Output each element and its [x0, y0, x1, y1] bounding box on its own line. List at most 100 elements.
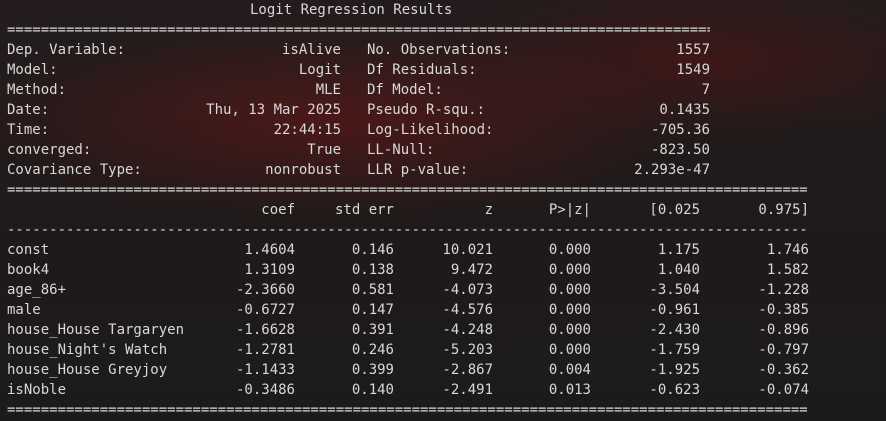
summary-left-value: Thu, 13 Mar 2025 — [206, 102, 341, 118]
bottom-double-rule: ========================================… — [7, 402, 807, 418]
summary-left-value: isAlive — [281, 42, 341, 58]
coef-value: -0.6727 — [235, 302, 295, 318]
p-value: 0.000 — [548, 262, 591, 278]
ci-lower-value: -1.925 — [649, 362, 700, 378]
table-single-rule: ----------------------------------------… — [7, 222, 807, 238]
ci-lower-value: -0.623 — [649, 382, 700, 398]
summary-left-value: Logit — [298, 62, 341, 78]
p-value: 0.000 — [548, 342, 591, 358]
summary-right-label: Log-Likelihood: — [367, 122, 494, 138]
summary-row: converged: True LL-Null: -823.50 — [7, 140, 886, 160]
summary-row: Method: MLE Df Model: 7 — [7, 80, 886, 100]
p-value: 0.000 — [548, 322, 591, 338]
coef-value: -1.1433 — [235, 362, 295, 378]
summary-left-label: converged: — [7, 142, 92, 158]
summary-left-label: Covariance Type: — [7, 162, 142, 178]
ci-upper-value: -0.385 — [758, 302, 809, 318]
std-err-value: 0.140 — [351, 382, 394, 398]
ci-upper-value: -0.896 — [758, 322, 809, 338]
summary-left-value: MLE — [315, 82, 341, 98]
ci-lower-value: -2.430 — [649, 322, 700, 338]
table-row: age_86+ -2.3660 0.581 -4.073 0.000 -3.504 -1.2… — [7, 280, 886, 300]
summary-right-label: Df Residuals: — [367, 62, 477, 78]
variable-name: age_86+ — [7, 282, 67, 298]
p-value: 0.013 — [548, 382, 591, 398]
coef-value: -0.3486 — [235, 382, 295, 398]
table-row: const 1.4604 0.146 10.021 0.000 1.175 1.746 — [7, 240, 886, 260]
variable-name: book4 — [7, 262, 50, 278]
coef-value: 1.4604 — [244, 242, 295, 258]
regression-output: Logit Regression Results ===============… — [7, 0, 886, 421]
summary-row: Time: 22:44:15 Log-Likelihood: -705.36 — [7, 120, 886, 140]
summary-right-value: -823.50 — [650, 142, 710, 158]
summary-right-value: 1557 — [676, 42, 710, 58]
ci-lower-value: -0.961 — [649, 302, 700, 318]
ci-lower-value: 1.040 — [657, 262, 700, 278]
ci-upper-value: -0.797 — [758, 342, 809, 358]
summary-left-label: Dep. Variable: — [7, 42, 126, 58]
summary-right-value: 1549 — [676, 62, 710, 78]
top-double-rule: ========================================… — [7, 22, 710, 38]
summary-right-value: 7 — [701, 82, 710, 98]
table-row: book4 1.3109 0.138 9.472 0.000 1.040 1.582 — [7, 260, 886, 280]
z-value: -5.203 — [442, 342, 493, 358]
summary-row: Date: Thu, 13 Mar 2025 Pseudo R-squ.: 0.143… — [7, 100, 886, 120]
summary-right-label: Df Model: — [367, 82, 443, 98]
summary-left-label: Time: — [7, 122, 50, 138]
summary-right-label: LLR p-value: — [367, 162, 469, 178]
coef-value: -2.3660 — [235, 282, 295, 298]
std-err-value: 0.391 — [351, 322, 394, 338]
variable-name: house_Night's Watch — [7, 342, 168, 358]
table-row: male -0.6727 0.147 -4.576 0.000 -0.961 -0.385 — [7, 300, 886, 320]
summary-right-value: 2.293e-47 — [634, 162, 710, 178]
ci-lower-value: -1.759 — [649, 342, 700, 358]
variable-name: const — [7, 242, 50, 258]
std-err-value: 0.138 — [351, 262, 394, 278]
summary-left-label: Method: — [7, 82, 67, 98]
mid-double-rule: ========================================… — [7, 182, 807, 198]
results-title: Logit Regression Results — [250, 2, 453, 18]
z-value: -2.491 — [442, 382, 493, 398]
column-header-ci-upper: 0.975] — [758, 202, 809, 218]
table-row: house_Night's Watch -1.2781 0.246 -5.203 0.0… — [7, 340, 886, 360]
p-value: 0.004 — [548, 362, 591, 378]
ci-upper-value: -1.228 — [758, 282, 809, 298]
z-value: 9.472 — [450, 262, 493, 278]
std-err-value: 0.146 — [351, 242, 394, 258]
coef-value: -1.2781 — [235, 342, 295, 358]
ci-upper-value: -0.074 — [758, 382, 809, 398]
summary-right-label: LL-Null: — [367, 142, 435, 158]
table-row: isNoble -0.3486 0.140 -2.491 0.013 -0.623 -0.0… — [7, 380, 886, 400]
column-header-std-err: std err — [334, 202, 394, 218]
column-header-z: z — [484, 202, 493, 218]
p-value: 0.000 — [548, 242, 591, 258]
summary-row: Dep. Variable: isAlive No. Observations: 15… — [7, 40, 886, 60]
z-value: 10.021 — [442, 242, 493, 258]
summary-row: Model: Logit Df Residuals: 1549 — [7, 60, 886, 80]
table-row: house_House Targaryen -1.6628 0.391 -4.248 0… — [7, 320, 886, 340]
ci-upper-value: 1.746 — [766, 242, 809, 258]
variable-name: house_House Targaryen — [7, 322, 185, 338]
std-err-value: 0.147 — [351, 302, 394, 318]
column-header-coef: coef — [261, 202, 295, 218]
summary-right-value: 0.1435 — [659, 102, 710, 118]
ci-lower-value: 1.175 — [657, 242, 700, 258]
summary-row: Covariance Type: nonrobust LLR p-value: 2.2… — [7, 160, 886, 180]
summary-left-value: 22:44:15 — [273, 122, 341, 138]
summary-right-label: No. Observations: — [367, 42, 511, 58]
p-value: 0.000 — [548, 302, 591, 318]
coef-value: -1.6628 — [235, 322, 295, 338]
variable-name: house_House Greyjoy — [7, 362, 168, 378]
summary-left-label: Model: — [7, 62, 58, 78]
variable-name: male — [7, 302, 41, 318]
z-value: -2.867 — [442, 362, 493, 378]
table-row: house_House Greyjoy -1.1433 0.399 -2.867 0.0… — [7, 360, 886, 380]
z-value: -4.073 — [442, 282, 493, 298]
p-value: 0.000 — [548, 282, 591, 298]
column-header-ci-lower: [0.025 — [649, 202, 700, 218]
z-value: -4.248 — [442, 322, 493, 338]
ci-upper-value: -0.362 — [758, 362, 809, 378]
summary-right-value: -705.36 — [650, 122, 710, 138]
summary-right-label: Pseudo R-squ.: — [367, 102, 486, 118]
summary-left-label: Date: — [7, 102, 50, 118]
